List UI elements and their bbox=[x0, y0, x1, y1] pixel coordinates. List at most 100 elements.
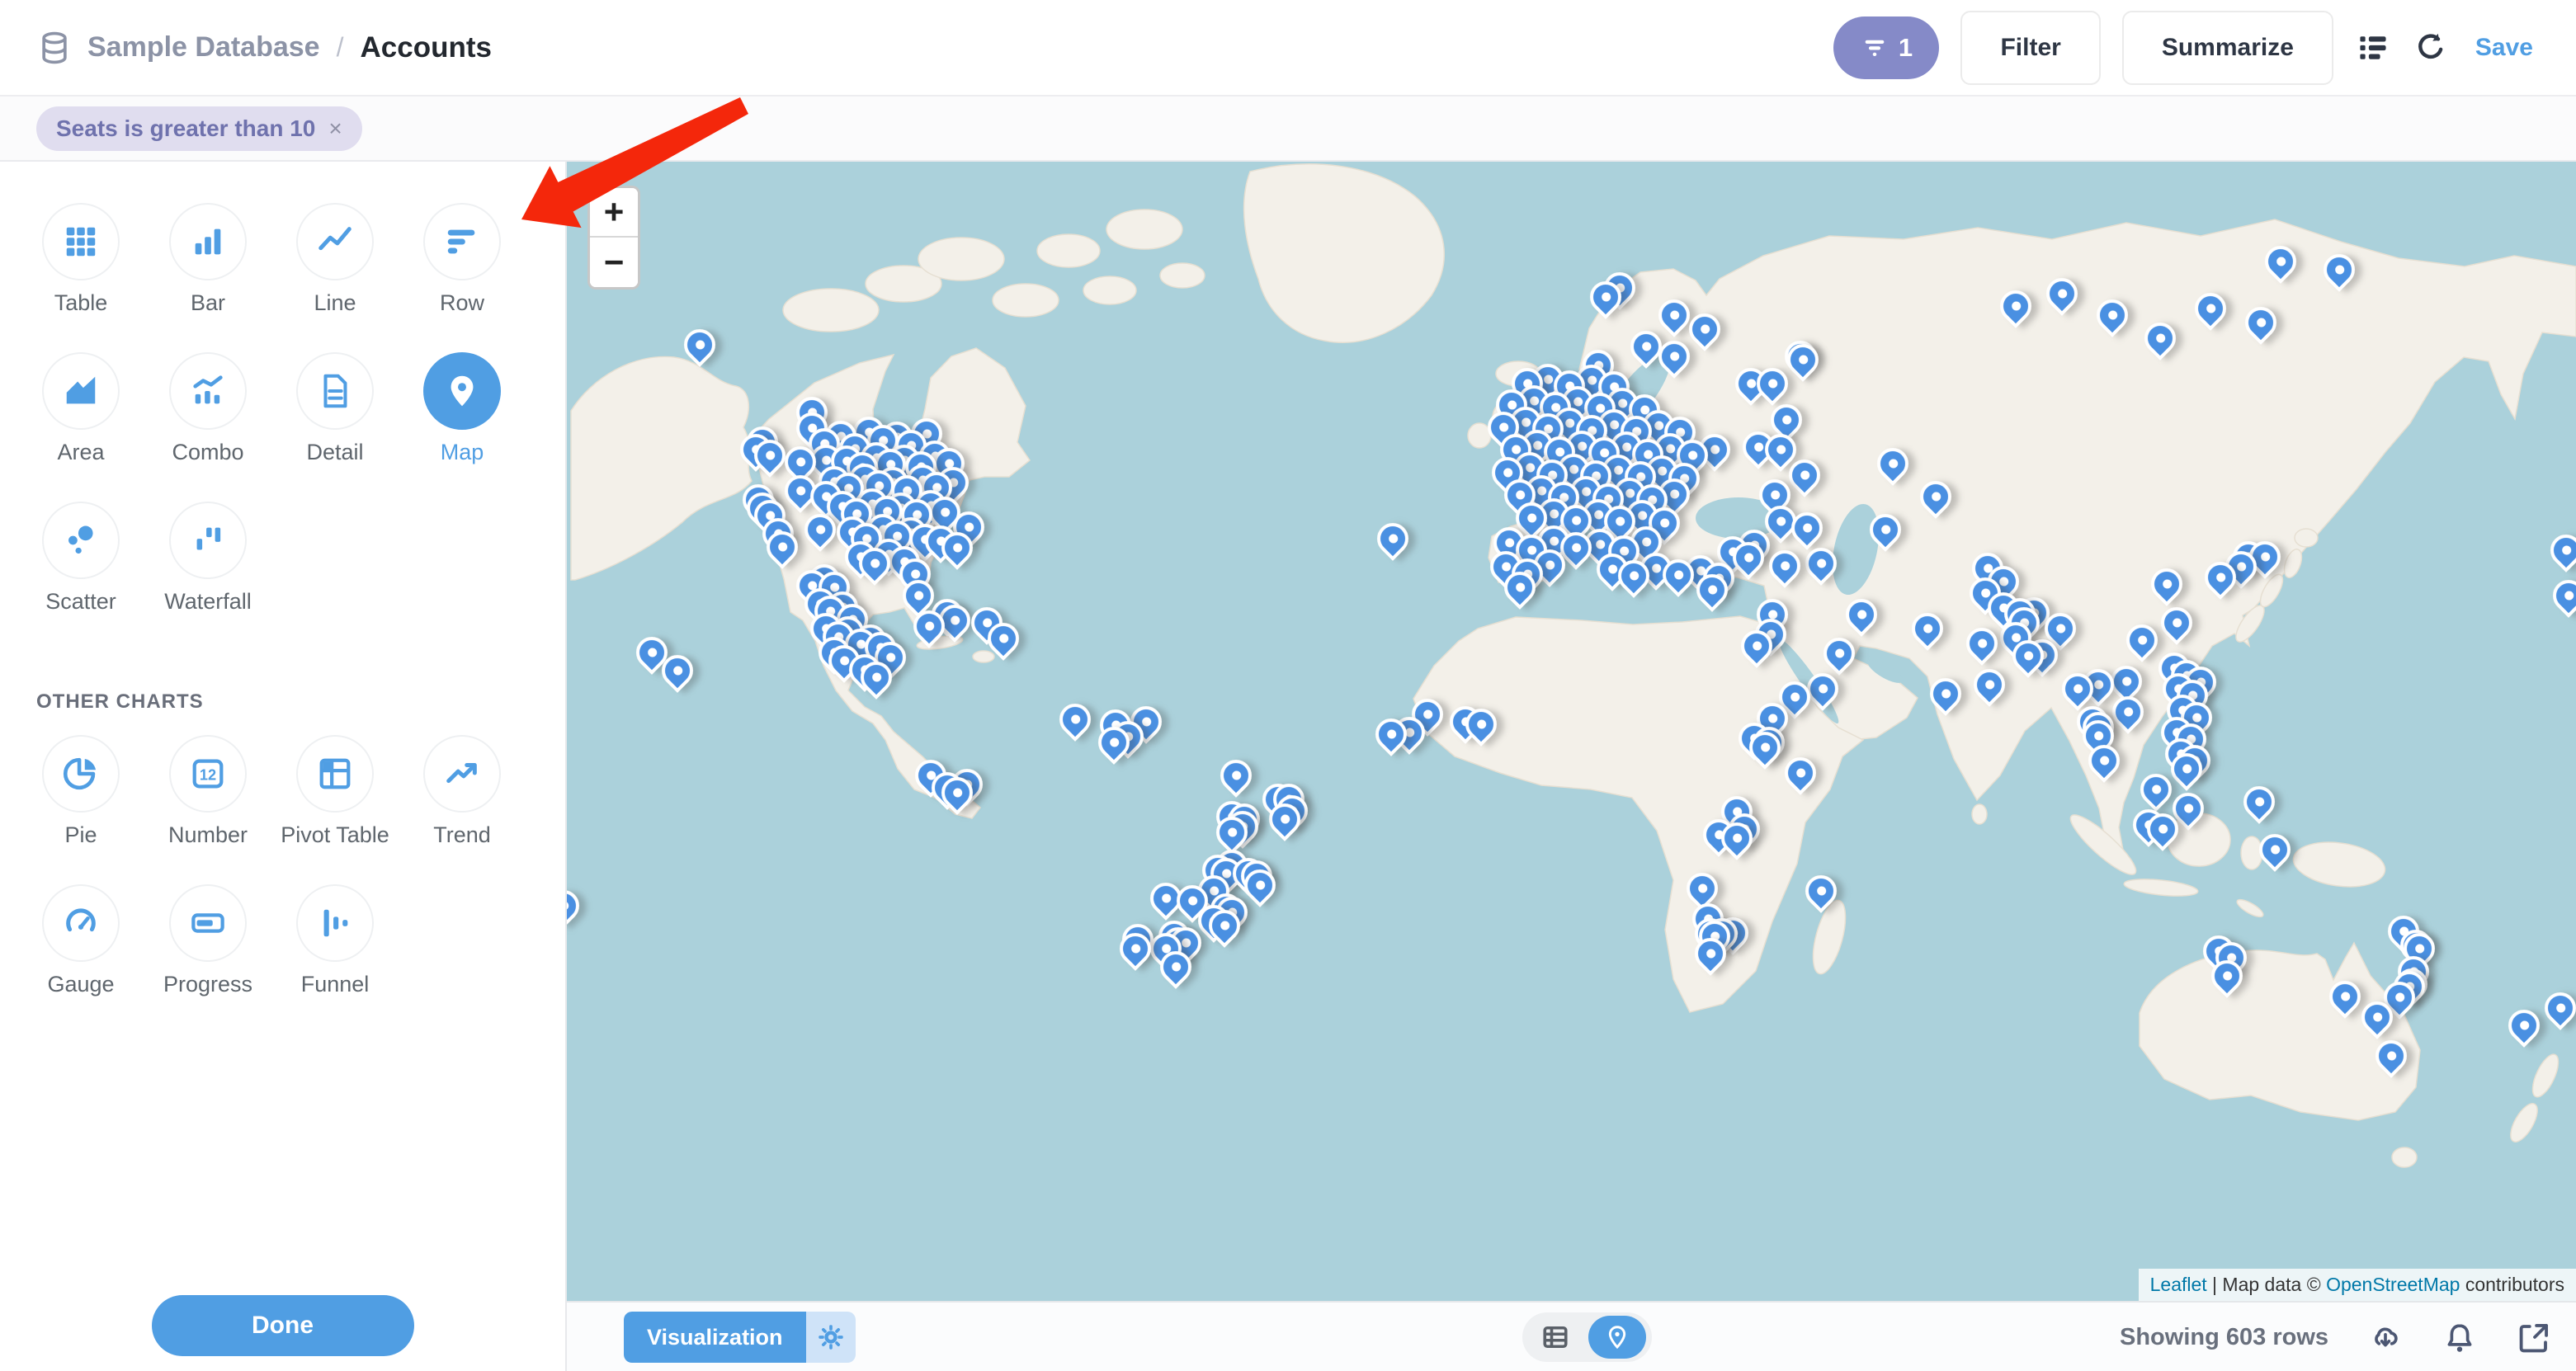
notebook-icon[interactable] bbox=[2355, 30, 2391, 66]
viz-type-detail[interactable]: Detail bbox=[271, 352, 399, 465]
viz-type-row[interactable]: Row bbox=[399, 203, 526, 316]
zoom-in-button[interactable]: + bbox=[590, 188, 638, 238]
combo-icon bbox=[169, 352, 247, 430]
map-pin[interactable] bbox=[1960, 621, 2004, 666]
map-pin[interactable] bbox=[2317, 247, 2361, 292]
viz-type-waterfall[interactable]: Waterfall bbox=[144, 502, 271, 615]
map-pin[interactable] bbox=[1799, 869, 1843, 913]
map-pin[interactable] bbox=[1839, 593, 1884, 638]
viz-type-line[interactable]: Line bbox=[271, 203, 399, 316]
area-icon bbox=[42, 352, 120, 430]
number-icon: 12 bbox=[169, 735, 247, 813]
map-pin[interactable] bbox=[2253, 827, 2297, 872]
map-pin[interactable] bbox=[2090, 293, 2135, 337]
viz-type-trend[interactable]: Trend bbox=[399, 735, 526, 848]
filter-funnel-icon bbox=[1861, 34, 1889, 62]
attribution-suffix: contributors bbox=[2460, 1274, 2564, 1295]
map-pin[interactable] bbox=[2188, 286, 2233, 331]
map-pin[interactable] bbox=[1993, 284, 2038, 328]
map-pin[interactable] bbox=[1779, 751, 1823, 796]
done-button[interactable]: Done bbox=[152, 1295, 414, 1356]
visualization-settings-button[interactable] bbox=[806, 1312, 856, 1363]
pie-icon bbox=[42, 735, 120, 813]
waterfall-icon bbox=[169, 502, 247, 579]
filter-bar: Seats is greater than 10 × bbox=[0, 97, 2576, 162]
bell-icon[interactable] bbox=[2442, 1321, 2477, 1355]
close-icon[interactable]: × bbox=[328, 115, 342, 142]
map-pin[interactable] bbox=[1863, 507, 1908, 552]
breadcrumb-database[interactable]: Sample Database bbox=[87, 31, 320, 64]
map-pin[interactable] bbox=[1371, 516, 1415, 561]
row-icon bbox=[423, 203, 501, 280]
viz-type-funnel[interactable]: Funnel bbox=[271, 884, 399, 997]
viz-type-label: Number bbox=[168, 822, 248, 848]
breadcrumb-table: Accounts bbox=[360, 31, 491, 64]
zoom-out-button[interactable]: − bbox=[590, 238, 638, 287]
toggle-map-button[interactable] bbox=[1588, 1316, 1646, 1359]
filter-chip-label[interactable]: Seats is greater than 10 bbox=[56, 115, 315, 142]
refresh-icon[interactable] bbox=[2413, 30, 2449, 66]
visualization-button[interactable]: Visualization bbox=[624, 1312, 856, 1363]
map-pin[interactable] bbox=[2544, 528, 2576, 572]
map-pin[interactable] bbox=[1913, 474, 1958, 519]
map-pin[interactable] bbox=[2154, 601, 2199, 645]
toggle-table-button[interactable] bbox=[1522, 1322, 1588, 1352]
viz-type-table[interactable]: Table bbox=[17, 203, 144, 316]
save-button[interactable]: Save bbox=[2475, 34, 2533, 62]
viz-type-number[interactable]: 12 Number bbox=[144, 735, 271, 848]
other-charts-heading: OTHER CHARTS bbox=[36, 690, 565, 714]
map-pin[interactable] bbox=[2546, 573, 2576, 618]
map-pin[interactable] bbox=[1054, 698, 1098, 742]
viz-type-gauge[interactable]: Gauge bbox=[17, 884, 144, 997]
map-pin[interactable] bbox=[2040, 271, 2084, 316]
viz-type-combo[interactable]: Combo bbox=[144, 352, 271, 465]
map-pin[interactable] bbox=[1967, 662, 2012, 707]
table-toggle-icon bbox=[1540, 1322, 1570, 1352]
viz-type-label: Map bbox=[441, 440, 484, 465]
map-pin[interactable] bbox=[2259, 239, 2304, 284]
map-pin[interactable] bbox=[1781, 337, 1825, 382]
summarize-button[interactable]: Summarize bbox=[2122, 11, 2333, 85]
row-count: Showing 603 rows bbox=[2120, 1324, 2328, 1351]
viz-type-scatter[interactable]: Scatter bbox=[17, 502, 144, 615]
filter-button[interactable]: Filter bbox=[1960, 11, 2100, 85]
visualization-button-label[interactable]: Visualization bbox=[624, 1312, 806, 1363]
chart-type-grid: TableBarLineRow AreaComboDetail Map Scatter… bbox=[17, 203, 565, 615]
external-link-icon[interactable] bbox=[2517, 1321, 2551, 1355]
map-pin[interactable] bbox=[567, 883, 585, 928]
map-pin[interactable] bbox=[2323, 974, 2367, 1019]
map-pin[interactable] bbox=[2138, 316, 2182, 360]
map-pin[interactable] bbox=[1923, 671, 1968, 716]
viz-type-map[interactable]: Map bbox=[399, 352, 526, 465]
map-pin[interactable] bbox=[1817, 632, 1861, 676]
openstreetmap-link[interactable]: OpenStreetMap bbox=[2326, 1274, 2460, 1295]
content: TableBarLineRow AreaComboDetail Map Scatter… bbox=[0, 162, 2576, 1371]
viz-type-pie[interactable]: Pie bbox=[17, 735, 144, 848]
map-visualization[interactable]: + − Leaflet | Map data © OpenStreetMap c… bbox=[567, 162, 2576, 1301]
download-icon[interactable] bbox=[2368, 1321, 2403, 1355]
filter-chip[interactable]: Seats is greater than 10 × bbox=[36, 106, 362, 151]
map-pin[interactable] bbox=[2369, 1034, 2413, 1078]
map-pin[interactable] bbox=[2237, 780, 2281, 824]
viz-type-label: Funnel bbox=[301, 972, 370, 997]
leaflet-link[interactable]: Leaflet bbox=[2150, 1274, 2207, 1295]
map-pin[interactable] bbox=[2239, 300, 2283, 345]
filter-count-pill[interactable]: 1 bbox=[1833, 16, 1939, 79]
viz-type-progress[interactable]: Progress bbox=[144, 884, 271, 997]
viz-picker-sidebar: TableBarLineRow AreaComboDetail Map Scatter… bbox=[0, 162, 567, 1371]
map-pin[interactable] bbox=[2144, 562, 2189, 606]
map-pin[interactable] bbox=[1871, 441, 1916, 486]
viz-type-area[interactable]: Area bbox=[17, 352, 144, 465]
other-chart-type-grid: Pie 12 Number Pivot TableTrend GaugeProgress… bbox=[17, 735, 565, 997]
funnel-icon bbox=[296, 884, 374, 962]
map-pin[interactable] bbox=[2121, 618, 2165, 662]
scatter-icon bbox=[42, 502, 120, 579]
map-pin[interactable] bbox=[1214, 753, 1258, 798]
viz-type-bar[interactable]: Bar bbox=[144, 203, 271, 316]
map-pin[interactable] bbox=[1905, 606, 1950, 651]
table-icon bbox=[42, 203, 120, 280]
map-pin[interactable] bbox=[2502, 1003, 2546, 1048]
map-pin[interactable] bbox=[2538, 986, 2576, 1030]
viz-type-pivot-table[interactable]: Pivot Table bbox=[271, 735, 399, 848]
map-pin[interactable] bbox=[677, 323, 722, 367]
